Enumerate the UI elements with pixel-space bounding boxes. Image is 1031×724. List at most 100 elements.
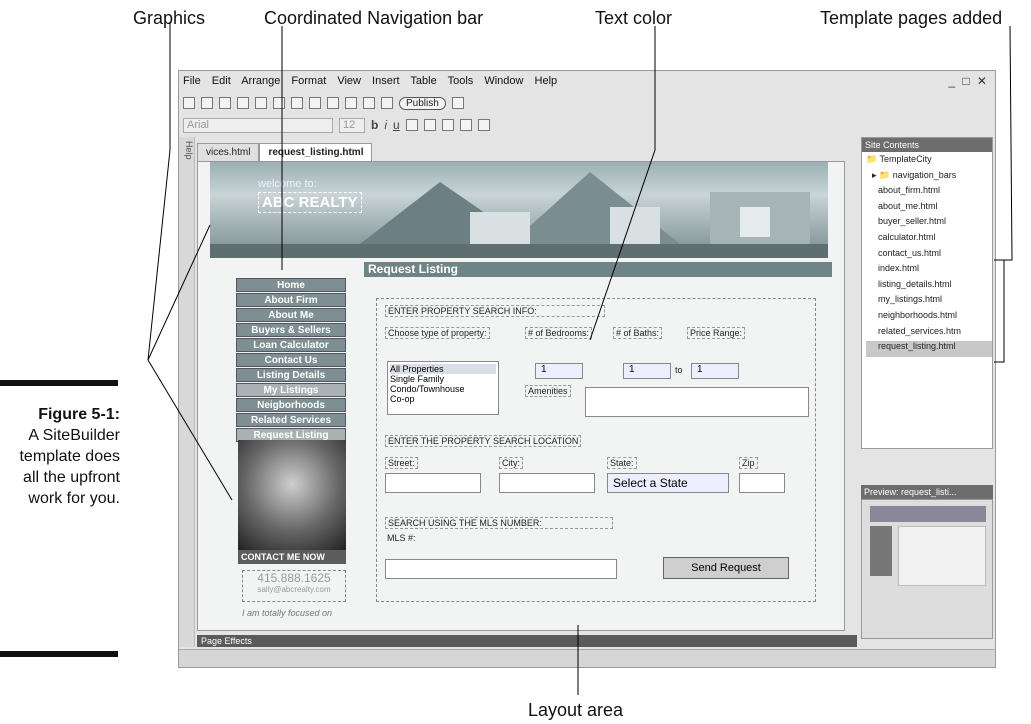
page-effects-bar[interactable]: Page Effects	[197, 635, 857, 647]
state-select[interactable]: Select a State	[607, 473, 729, 493]
list-item[interactable]: All Properties	[390, 364, 496, 374]
number-list-icon[interactable]	[477, 119, 490, 131]
bedrooms-select[interactable]: 1	[535, 363, 583, 379]
bedrooms-label: # of Bedrooms:	[525, 327, 593, 339]
tab-request-listing[interactable]: request_listing.html	[259, 143, 373, 161]
menu-arrange[interactable]: Arrange	[241, 75, 280, 87]
preview-title: Preview: request_listi...	[861, 485, 993, 499]
nav-item-buyers-sellers[interactable]: Buyers & Sellers	[236, 323, 346, 337]
tree-file[interactable]: my_listings.html	[866, 294, 992, 310]
tree-file[interactable]: neighborhoods.html	[866, 310, 992, 326]
paste-icon[interactable]	[291, 97, 303, 109]
list-item[interactable]: Co-op	[390, 394, 496, 404]
menu-edit[interactable]: Edit	[212, 75, 231, 87]
email-address: sally@abcrealty.com	[257, 585, 331, 594]
contact-me-now[interactable]: CONTACT ME NOW	[238, 550, 346, 564]
align-left-icon[interactable]	[405, 119, 418, 131]
align-center-icon[interactable]	[423, 119, 436, 131]
size-select[interactable]: 12	[339, 117, 365, 133]
menu-tools[interactable]: Tools	[448, 75, 474, 87]
zip-label: Zip	[739, 457, 758, 469]
menu-help[interactable]: Help	[535, 75, 558, 87]
menu-window[interactable]: Window	[484, 75, 523, 87]
tagline: I am totally focused on	[242, 608, 333, 618]
section-search-info: ENTER PROPERTY SEARCH INFO:	[385, 305, 605, 317]
figure-caption: Figure 5-1: A SiteBuilder template does …	[0, 404, 120, 509]
preview-form	[898, 526, 986, 586]
bold-icon[interactable]: b	[371, 118, 378, 132]
mls-field[interactable]	[385, 559, 617, 579]
caption-rule-bottom	[0, 651, 118, 657]
baths-select-max[interactable]: 1	[691, 363, 739, 379]
street-field[interactable]	[385, 473, 481, 493]
tree-file[interactable]: related_services.htm	[866, 326, 992, 342]
callout-template-pages: Template pages added	[820, 8, 1003, 28]
italic-icon[interactable]: i	[384, 118, 387, 132]
tab-services[interactable]: vices.html	[197, 143, 260, 161]
nav-item-about-firm[interactable]: About Firm	[236, 293, 346, 307]
help-icon[interactable]	[451, 97, 464, 109]
list-item[interactable]: Condo/Townhouse	[390, 384, 496, 394]
menu-insert[interactable]: Insert	[372, 75, 400, 87]
print-icon[interactable]	[237, 97, 249, 109]
nav-item-loan-calculator[interactable]: Loan Calculator	[236, 338, 346, 352]
nav-item-contact-us[interactable]: Contact Us	[236, 353, 346, 367]
section-mls: SEARCH USING THE MLS NUMBER:	[385, 517, 613, 529]
amenities-field[interactable]	[585, 387, 809, 417]
underline-icon[interactable]: u	[393, 118, 400, 132]
status-bar	[179, 649, 995, 667]
menu-table[interactable]: Table	[410, 75, 436, 87]
table-icon[interactable]	[345, 97, 357, 109]
preview-thumbnail	[861, 499, 993, 639]
layout-area[interactable]: welcome to: ABC REALTY Home About Firm A…	[197, 161, 845, 631]
list-item[interactable]: Single Family	[390, 374, 496, 384]
tree-root[interactable]: 📁 TemplateCity	[866, 154, 992, 170]
nav-item-neighborhoods[interactable]: Neigborhoods	[236, 398, 346, 412]
nav-item-home[interactable]: Home	[236, 278, 346, 292]
nav-item-about-me[interactable]: About Me	[236, 308, 346, 322]
help-strip[interactable]: Help	[179, 137, 195, 647]
nav-item-listing-details[interactable]: Listing Details	[236, 368, 346, 382]
publish-button[interactable]: Publish	[399, 96, 446, 110]
menu-format[interactable]: Format	[291, 75, 326, 87]
link-icon[interactable]	[381, 97, 393, 109]
nav-item-related-services[interactable]: Related Services	[236, 413, 346, 427]
zip-field[interactable]	[739, 473, 785, 493]
menu-file[interactable]: File	[183, 75, 201, 87]
state-label: State:	[607, 457, 637, 469]
save-icon[interactable]	[219, 97, 231, 109]
property-type-label: Choose type of property:	[385, 327, 490, 339]
nav-item-my-listings[interactable]: My Listings	[236, 383, 346, 397]
font-select[interactable]: Arial	[183, 117, 333, 133]
image-icon[interactable]	[363, 97, 375, 109]
city-field[interactable]	[499, 473, 595, 493]
tree-file[interactable]: contact_us.html	[866, 248, 992, 264]
new-page-icon[interactable]	[183, 97, 195, 109]
window-controls[interactable]: _ □ ✕	[948, 74, 989, 88]
tree-folder[interactable]: ▸ 📁 navigation_bars	[866, 170, 992, 186]
tree-file[interactable]: calculator.html	[866, 232, 992, 248]
tree-file-selected[interactable]: request_listing.html	[866, 341, 992, 357]
redo-icon[interactable]	[327, 97, 339, 109]
menu-view[interactable]: View	[337, 75, 361, 87]
tree-file[interactable]: about_me.html	[866, 201, 992, 217]
open-icon[interactable]	[201, 97, 213, 109]
bullet-list-icon[interactable]	[459, 119, 472, 131]
send-request-button[interactable]: Send Request	[663, 557, 789, 579]
tree-file[interactable]: buyer_seller.html	[866, 216, 992, 232]
undo-icon[interactable]	[309, 97, 321, 109]
phone-box: 415.888.1625 sally@abcrealty.com	[242, 570, 346, 602]
property-type-list[interactable]: All Properties Single Family Condo/Townh…	[387, 361, 499, 415]
figure-label: Figure 5-1:	[38, 406, 120, 423]
cut-icon[interactable]	[255, 97, 267, 109]
tree-file[interactable]: about_firm.html	[866, 185, 992, 201]
format-toolbar: Arial 12 b i u	[179, 115, 995, 135]
baths-select[interactable]: 1	[623, 363, 671, 379]
align-right-icon[interactable]	[441, 119, 454, 131]
preview-header	[870, 506, 986, 522]
copy-icon[interactable]	[273, 97, 285, 109]
city-label: City:	[499, 457, 523, 469]
tree-file[interactable]: listing_details.html	[866, 279, 992, 295]
tree-file[interactable]: index.html	[866, 263, 992, 279]
document-tabs: vices.html request_listing.html	[197, 143, 373, 161]
